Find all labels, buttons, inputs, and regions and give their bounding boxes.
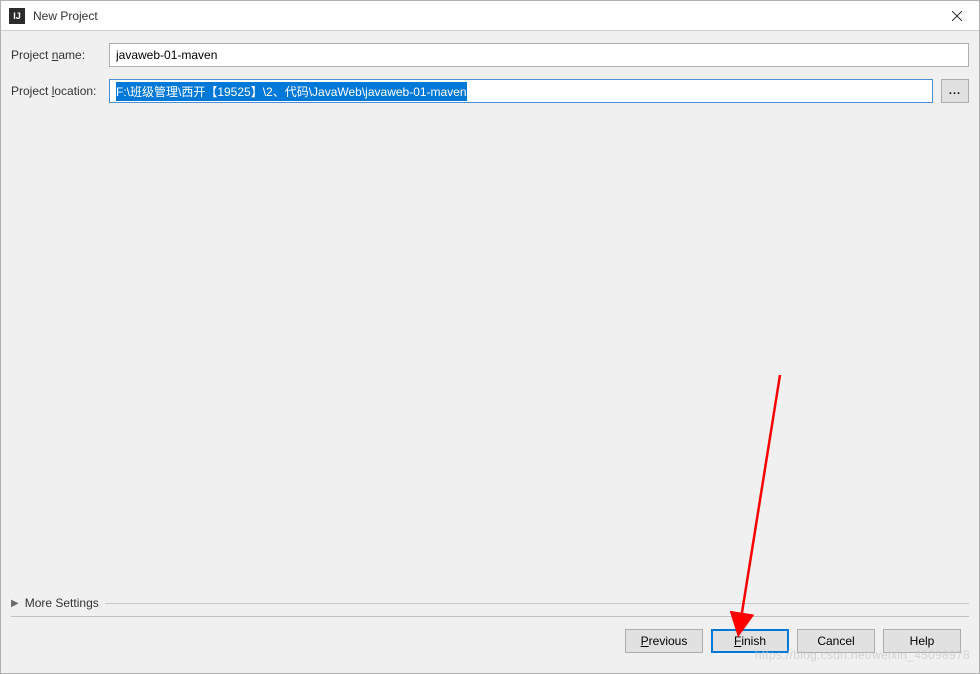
separator-line <box>105 603 969 604</box>
close-button[interactable] <box>934 1 979 31</box>
browse-location-button[interactable]: ... <box>941 79 969 103</box>
close-icon <box>952 11 962 21</box>
titlebar: IJ New Project <box>1 1 979 31</box>
chevron-right-icon: ▶ <box>11 598 19 609</box>
new-project-dialog: IJ New Project Project name: Project loc… <box>0 0 980 674</box>
project-name-label: Project name: <box>11 48 109 62</box>
dialog-buttons: Previous Finish Cancel Help <box>11 625 969 661</box>
project-location-input[interactable]: F:\班级管理\西开【19525】\2、代码\JavaWeb\javaweb-0… <box>109 79 933 103</box>
content-spacer <box>11 115 969 590</box>
project-name-input[interactable] <box>109 43 969 67</box>
project-location-label: Project location: <box>11 84 109 98</box>
project-location-row: Project location: F:\班级管理\西开【19525】\2、代码… <box>11 79 969 103</box>
more-settings-label: More Settings <box>25 596 99 610</box>
previous-button[interactable]: Previous <box>625 629 703 653</box>
more-settings-toggle[interactable]: ▶ More Settings <box>11 590 969 617</box>
finish-button[interactable]: Finish <box>711 629 789 653</box>
project-name-row: Project name: <box>11 43 969 67</box>
dialog-content: Project name: Project location: F:\班级管理\… <box>1 31 979 673</box>
cancel-button[interactable]: Cancel <box>797 629 875 653</box>
help-button[interactable]: Help <box>883 629 961 653</box>
window-title: New Project <box>33 9 934 23</box>
intellij-icon: IJ <box>9 8 25 24</box>
project-location-value: F:\班级管理\西开【19525】\2、代码\JavaWeb\javaweb-0… <box>116 82 467 101</box>
